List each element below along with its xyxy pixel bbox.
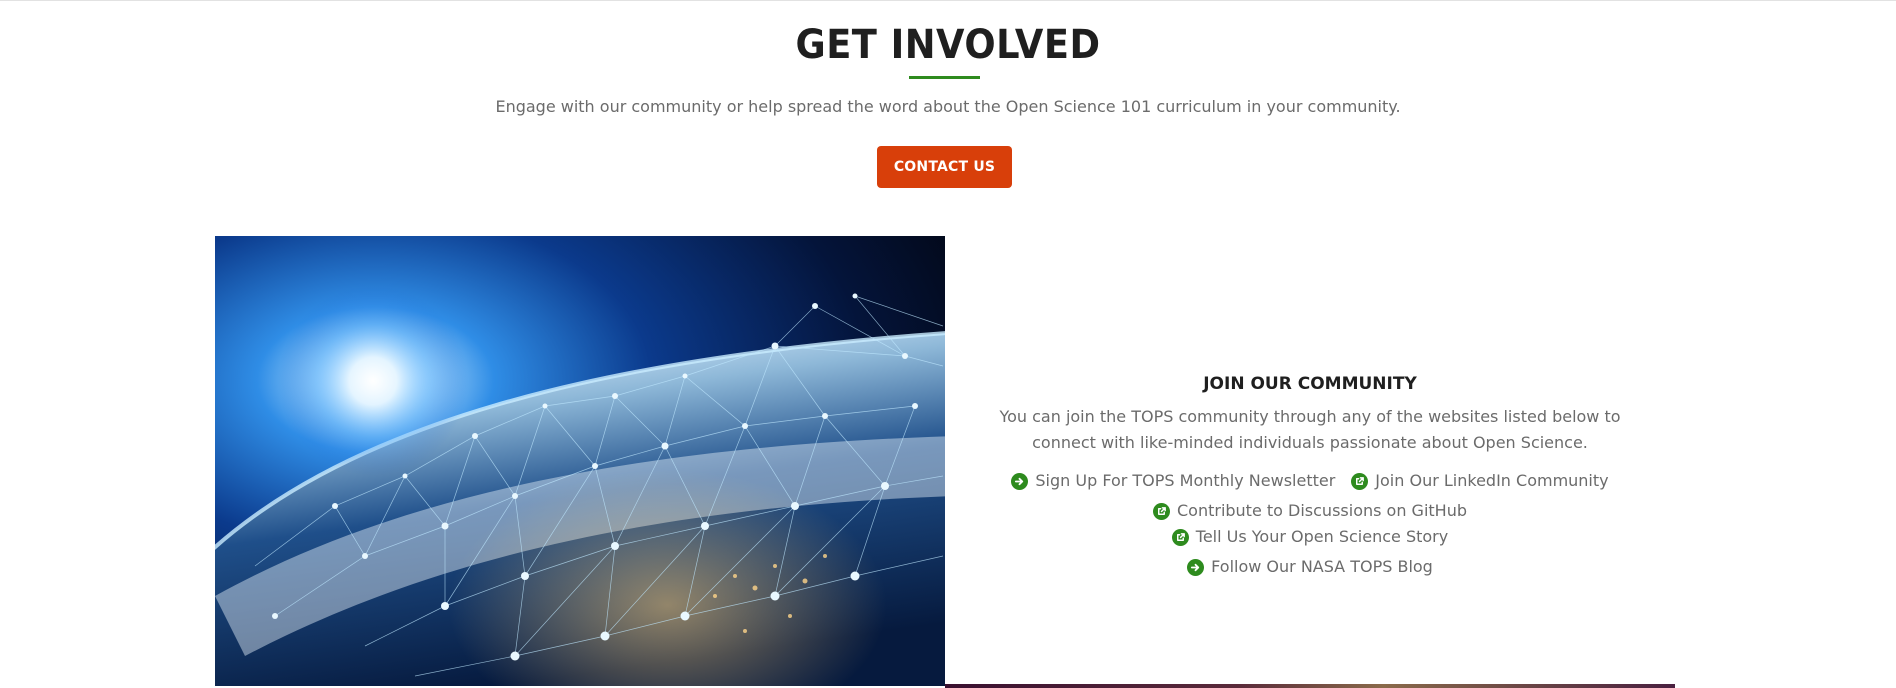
link-label: Join Our LinkedIn Community [1375, 471, 1609, 490]
contact-us-button[interactable]: CONTACT US [877, 146, 1012, 188]
join-community-panel: JOIN OUR COMMUNITY You can join the TOPS… [945, 370, 1675, 578]
external-link-icon [1152, 502, 1170, 520]
arrow-right-circle-icon [1011, 472, 1029, 490]
linkedin-link[interactable]: Join Our LinkedIn Community [1351, 470, 1609, 492]
get-involved-section: GET INVOLVED Engage with our community o… [0, 0, 1896, 688]
section-title: GET INVOLVED [795, 22, 1101, 68]
community-description: You can join the TOPS community through … [999, 407, 1621, 452]
external-link-icon [1351, 472, 1369, 490]
github-link[interactable]: Contribute to Discussions on GitHub [1152, 500, 1467, 522]
arrow-right-circle-icon [1187, 558, 1205, 576]
link-label: Follow Our NASA TOPS Blog [1211, 557, 1433, 576]
community-links: Sign Up For TOPS Monthly Newsletter Join… [1000, 470, 1620, 578]
story-link[interactable]: Tell Us Your Open Science Story [1171, 526, 1449, 548]
top-divider [0, 0, 1896, 1]
external-link-icon [1171, 528, 1189, 546]
link-label: Tell Us Your Open Science Story [1195, 527, 1449, 546]
title-underline [909, 76, 980, 79]
blog-link[interactable]: Follow Our NASA TOPS Blog [1187, 556, 1433, 578]
link-label: Sign Up For TOPS Monthly Newsletter [1035, 471, 1336, 490]
newsletter-link[interactable]: Sign Up For TOPS Monthly Newsletter [1011, 470, 1335, 492]
community-title: JOIN OUR COMMUNITY [1203, 374, 1417, 394]
link-label: Contribute to Discussions on GitHub [1176, 501, 1467, 520]
section-intro: Engage with our community or help spread… [495, 97, 1401, 116]
next-section-edge [945, 684, 1675, 688]
earth-network-image [215, 236, 945, 686]
